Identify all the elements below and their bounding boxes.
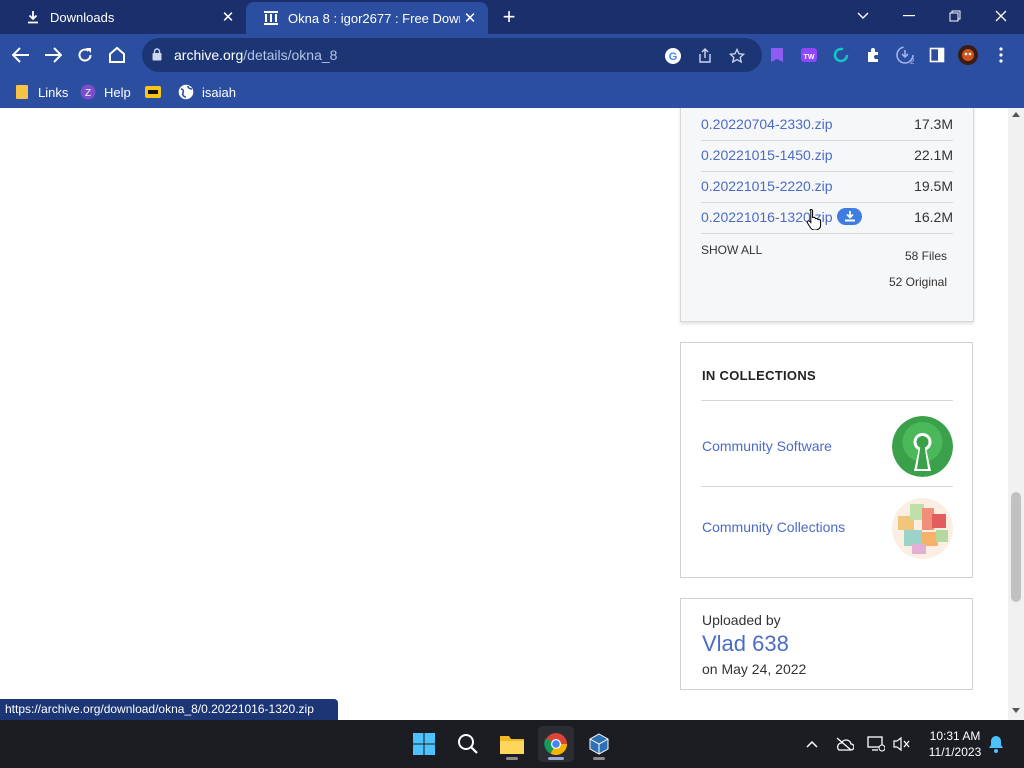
svg-text:2: 2 (910, 57, 915, 66)
file-size: 22.1M (914, 147, 953, 163)
show-all-link[interactable]: SHOW ALL (701, 243, 762, 257)
community-collections-thumbnail[interactable] (892, 498, 953, 559)
share-icon[interactable] (696, 47, 714, 65)
file-link[interactable]: 0.20220704-2330.zip (701, 116, 833, 132)
taskbar: 10:31 AM 11/1/2023 (0, 720, 1024, 768)
minimize-button[interactable] (886, 0, 932, 32)
download-icon[interactable] (837, 208, 862, 225)
profile-avatar[interactable] (957, 44, 979, 66)
page-scrollbar[interactable] (1008, 108, 1024, 720)
google-icon[interactable]: G (664, 47, 682, 65)
running-indicator (593, 757, 605, 760)
original-count: 52 Original (888, 275, 947, 289)
tab-downloads[interactable]: Downloads ✕ (8, 0, 246, 34)
file-link[interactable]: 0.20221015-2220.zip (701, 178, 833, 194)
start-button[interactable] (406, 726, 442, 762)
url-text: archive.org/details/okna_8 (174, 47, 338, 63)
folder-icon (14, 84, 30, 100)
status-bar-url: https://archive.org/download/okna_8/0.20… (0, 699, 338, 720)
running-indicator (506, 757, 518, 760)
forward-button[interactable] (38, 40, 68, 70)
uploader-panel: Uploaded by Vlad 638 on May 24, 2022 (680, 598, 973, 690)
imdb-icon (145, 84, 161, 100)
home-button[interactable] (102, 40, 132, 70)
lock-icon[interactable] (152, 48, 162, 66)
refresh-extension-icon[interactable] (830, 44, 852, 66)
download-icon (24, 8, 42, 26)
scroll-down-arrow-icon[interactable] (1012, 708, 1020, 713)
bookmark-links[interactable]: Links (14, 82, 68, 102)
scroll-up-arrow-icon[interactable] (1012, 112, 1020, 117)
svg-text:TW: TW (804, 54, 815, 61)
uploaded-by-label: Uploaded by (702, 612, 781, 628)
volume-muted-icon[interactable] (892, 734, 912, 754)
bookmarks-bar: Links Z Help isaiah (0, 76, 1024, 108)
collections-panel: IN COLLECTIONS Community Software Commun… (680, 342, 973, 578)
system-clock[interactable]: 10:31 AM 11/1/2023 (918, 728, 992, 760)
file-size: 19.5M (914, 178, 953, 194)
close-window-button[interactable] (978, 0, 1024, 32)
file-count: 58 Files (904, 249, 947, 263)
running-indicator (548, 757, 564, 760)
help-badge-icon: Z (80, 84, 96, 100)
upload-date: on May 24, 2022 (702, 661, 807, 677)
divider (701, 486, 953, 487)
chevron-up-icon[interactable] (802, 734, 822, 754)
address-bar[interactable]: archive.org/details/okna_8 G (142, 38, 762, 72)
svg-text:G: G (669, 51, 678, 63)
file-size: 16.2M (914, 209, 953, 225)
bookmark-star-icon[interactable] (728, 47, 746, 65)
extension-purple-icon[interactable] (766, 44, 788, 66)
archive-icon (262, 9, 280, 27)
restore-button[interactable] (932, 0, 978, 32)
tab-search-icon[interactable] (840, 0, 886, 32)
tab-okna-8[interactable]: Okna 8 : igor2677 : Free Downlo ✕ (246, 2, 488, 34)
close-tab-icon[interactable]: ✕ (218, 7, 238, 27)
file-row: 0.20221015-1450.zip 22.1M (701, 141, 953, 172)
file-row: 0.20221015-2220.zip 19.5M (701, 172, 953, 203)
collection-link-community-collections[interactable]: Community Collections (702, 519, 845, 535)
clock-time: 10:31 AM (929, 729, 981, 743)
file-row: 0.20220704-2330.zip 17.3M (701, 110, 953, 141)
virtualbox-icon[interactable] (581, 726, 617, 762)
file-link[interactable]: 0.20221015-1450.zip (701, 147, 833, 163)
network-icon[interactable] (866, 734, 886, 754)
scrollbar-thumb[interactable] (1011, 492, 1021, 602)
download-options-panel: 0.20220704-2330.zip 17.3M 0.20221015-145… (680, 108, 974, 322)
svg-text:Z: Z (85, 88, 91, 99)
bookmark-imdb[interactable] (145, 82, 169, 102)
uploader-link[interactable]: Vlad 638 (702, 631, 789, 657)
twitch-icon[interactable]: TW (798, 44, 820, 66)
back-button[interactable] (6, 40, 36, 70)
file-size: 17.3M (914, 116, 953, 132)
new-tab-button[interactable]: + (496, 4, 522, 30)
side-panel-icon[interactable] (926, 44, 948, 66)
globe-icon (178, 84, 194, 100)
tab-title: Okna 8 : igor2677 : Free Downlo (288, 10, 460, 26)
clock-date: 11/1/2023 (928, 745, 982, 759)
collections-heading: IN COLLECTIONS (702, 368, 816, 383)
close-tab-icon[interactable]: ✕ (460, 8, 480, 28)
page-content: 0.20220704-2330.zip 17.3M 0.20221015-145… (0, 108, 1008, 720)
file-row: 0.20221016-1320.zip 16.2M (701, 203, 953, 234)
chrome-icon[interactable] (538, 726, 574, 762)
notification-bell-icon[interactable] (986, 734, 1006, 754)
bookmark-help[interactable]: Z Help (80, 82, 131, 102)
onedrive-icon[interactable] (834, 734, 854, 754)
reload-button[interactable] (70, 40, 100, 70)
extensions-puzzle-icon[interactable] (862, 44, 884, 66)
bookmark-isaiah[interactable]: isaiah (178, 82, 236, 102)
divider (701, 400, 953, 401)
tab-title: Downloads (50, 9, 115, 25)
hand-cursor-icon (806, 208, 822, 235)
file-explorer-icon[interactable] (494, 726, 530, 762)
browser-toolbar: archive.org/details/okna_8 G TW 2 (0, 34, 1024, 76)
browser-menu-icon[interactable] (990, 44, 1012, 66)
tab-strip: Downloads ✕ Okna 8 : igor2677 : Free Dow… (0, 0, 1024, 34)
downloads-badge-icon[interactable]: 2 (894, 44, 916, 66)
open-source-logo-icon[interactable] (892, 416, 953, 477)
search-icon[interactable] (450, 726, 486, 762)
collection-link-community-software[interactable]: Community Software (702, 438, 832, 454)
